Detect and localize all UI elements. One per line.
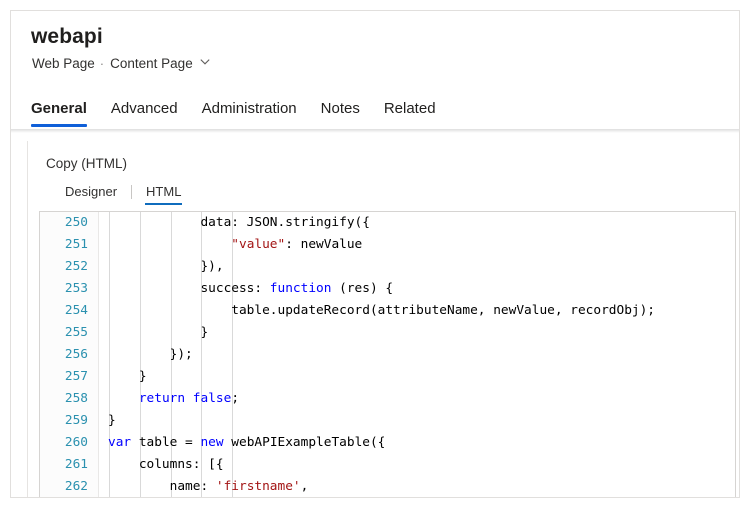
editor-mode-tabs: Designer HTML: [65, 181, 181, 205]
subtab-html[interactable]: HTML: [146, 184, 181, 205]
code-token: table.updateRecord(attributeName, newVal…: [108, 303, 655, 318]
code-token: }: [108, 413, 116, 428]
tab-advanced-label: Advanced: [111, 100, 178, 117]
line-number: 253: [40, 278, 88, 300]
code-token: columns: [{: [108, 457, 224, 472]
code-token: function: [270, 281, 332, 296]
code-text: }: [108, 366, 147, 388]
code-line[interactable]: 251 "value": newValue: [40, 234, 735, 256]
code-token: ;: [231, 391, 239, 406]
code-line[interactable]: 261 columns: [{: [40, 454, 735, 476]
tab-general[interactable]: General: [31, 100, 87, 127]
tab-administration[interactable]: Administration: [202, 100, 297, 127]
code-line[interactable]: 254 table.updateRecord(attributeName, ne…: [40, 300, 735, 322]
subtab-divider: [131, 185, 132, 199]
line-number: 258: [40, 388, 88, 410]
tab-notes-label: Notes: [321, 100, 360, 117]
line-number: 262: [40, 476, 88, 498]
code-line[interactable]: 250 data: JSON.stringify({: [40, 212, 735, 234]
line-number: 254: [40, 300, 88, 322]
code-text: }: [108, 322, 208, 344]
code-token: return: [139, 391, 185, 406]
line-number: 257: [40, 366, 88, 388]
line-number: 252: [40, 256, 88, 278]
code-token: new: [200, 435, 223, 450]
line-number: 250: [40, 212, 88, 234]
code-text: success: function (res) {: [108, 278, 393, 300]
code-text: return false;: [108, 388, 239, 410]
code-token: false: [193, 391, 232, 406]
code-token: table =: [131, 435, 200, 450]
code-line[interactable]: 260 var table = new webAPIExampleTable({: [40, 432, 735, 454]
tab-related[interactable]: Related: [384, 100, 436, 127]
tab-general-label: General: [31, 100, 87, 117]
form-tab-strip: General Advanced Administration Notes Re…: [31, 93, 460, 127]
code-text: name: 'firstname',: [108, 476, 308, 498]
line-number: 255: [40, 322, 88, 344]
line-number: 260: [40, 432, 88, 454]
subtab-designer[interactable]: Designer: [65, 184, 117, 205]
record-subtype-label[interactable]: Content Page: [110, 56, 193, 71]
code-text: table.updateRecord(attributeName, newVal…: [108, 300, 655, 322]
code-text: var table = new webAPIExampleTable({: [108, 432, 385, 454]
line-number: 261: [40, 454, 88, 476]
code-line[interactable]: 255 }: [40, 322, 735, 344]
code-token: ,: [301, 479, 309, 494]
tab-advanced[interactable]: Advanced: [111, 100, 178, 127]
editor-scroll-area[interactable]: 249 contentType: "application/json",250 …: [40, 212, 735, 498]
code-token: success:: [108, 281, 270, 296]
code-token: webAPIExampleTable({: [224, 435, 386, 450]
record-breadcrumb: Web Page · Content Page: [32, 56, 209, 71]
code-text: columns: [{: [108, 454, 224, 476]
entity-type-label: Web Page: [32, 56, 95, 71]
code-line[interactable]: 259}: [40, 410, 735, 432]
line-number: 259: [40, 410, 88, 432]
form-header: webapi Web Page · Content Page General A…: [11, 11, 739, 129]
code-token: 'firstname': [216, 479, 301, 494]
code-token: }: [108, 369, 147, 384]
code-text: }),: [108, 256, 224, 278]
code-token: : newValue: [285, 237, 362, 252]
field-label-copy-html: Copy (HTML): [46, 156, 127, 171]
code-token: var: [108, 435, 131, 450]
line-number: 251: [40, 234, 88, 256]
code-line[interactable]: 256 });: [40, 344, 735, 366]
code-line[interactable]: 252 }),: [40, 256, 735, 278]
page-title: webapi: [31, 25, 103, 49]
code-token: });: [108, 347, 193, 362]
code-token: "value": [231, 237, 285, 252]
editor-content[interactable]: 249 contentType: "application/json",250 …: [40, 212, 735, 498]
chevron-down-icon[interactable]: [200, 57, 209, 66]
form-body: Copy (HTML) Designer HTML 249 contentTyp…: [11, 133, 739, 497]
record-form-card: webapi Web Page · Content Page General A…: [10, 10, 740, 498]
code-line[interactable]: 262 name: 'firstname',: [40, 476, 735, 498]
line-number: 256: [40, 344, 88, 366]
code-line[interactable]: 258 return false;: [40, 388, 735, 410]
subtab-designer-label: Designer: [65, 184, 117, 199]
code-line[interactable]: 257 }: [40, 366, 735, 388]
html-code-editor[interactable]: 249 contentType: "application/json",250 …: [39, 211, 736, 498]
subtab-html-label: HTML: [146, 184, 181, 199]
tab-administration-label: Administration: [202, 100, 297, 117]
code-token: data: JSON.stringify({: [108, 215, 370, 230]
breadcrumb-separator: ·: [100, 56, 104, 71]
code-text: "value": newValue: [108, 234, 362, 256]
code-text: });: [108, 344, 193, 366]
tab-notes[interactable]: Notes: [321, 100, 360, 127]
copy-html-section: Copy (HTML) Designer HTML 249 contentTyp…: [27, 141, 738, 497]
code-line[interactable]: 253 success: function (res) {: [40, 278, 735, 300]
code-text: data: JSON.stringify({: [108, 212, 370, 234]
code-token: name:: [108, 479, 216, 494]
code-token: }),: [108, 259, 224, 274]
code-token: [185, 391, 193, 406]
code-token: }: [108, 325, 208, 340]
tab-related-label: Related: [384, 100, 436, 117]
code-token: (res) {: [331, 281, 393, 296]
code-text: }: [108, 410, 116, 432]
code-token: [108, 237, 231, 252]
code-token: [108, 391, 139, 406]
